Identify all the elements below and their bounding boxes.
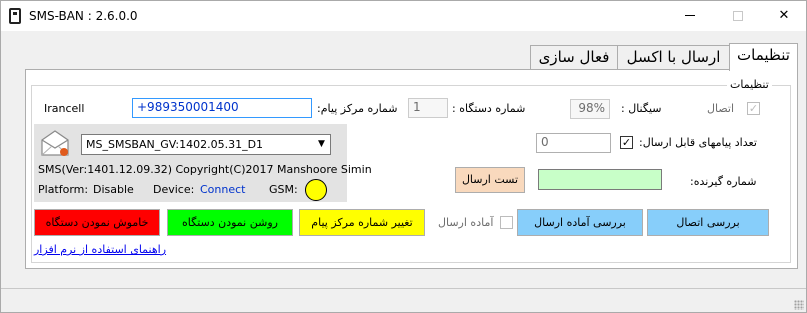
version-info: SMS(Ver:1401.12.09.32) Copyright(C)2017 … <box>38 163 372 176</box>
device-number-field: 1 <box>408 98 448 118</box>
signal-field: 98% <box>570 99 610 119</box>
center-number-field[interactable]: +989350001400 <box>132 98 312 118</box>
settings-group-title: تنظیمات <box>727 78 772 91</box>
power-on-button[interactable]: روشن نمودن دستگاه <box>167 209 293 236</box>
check-ready-button[interactable]: بررسی آماده ارسال <box>517 209 643 236</box>
power-off-button[interactable]: خاموش نمودن دستگاه <box>34 209 160 236</box>
gsm-label: GSM: <box>269 183 298 196</box>
close-button[interactable]: ✕ <box>761 1 807 31</box>
app-window: SMS-BAN : 2.6.0.0 ✕ فعال سازی ارسال با ا… <box>0 0 807 313</box>
connection-checkbox: ✓ <box>747 102 760 115</box>
device-select-value: MS_SMSBAN_GV:1402.05.31_D1 <box>86 138 264 151</box>
window-title: SMS-BAN : 2.6.0.0 <box>29 9 138 23</box>
maximize-icon <box>733 10 743 21</box>
help-link[interactable]: راهنمای استفاده از نرم افزار <box>34 243 166 256</box>
tab-activation[interactable]: فعال سازی <box>530 45 618 69</box>
connection-label: اتصال <box>707 102 735 115</box>
sendable-count-checkbox[interactable]: ✓ <box>620 136 633 149</box>
close-icon: ✕ <box>778 8 790 23</box>
tab-excel-send[interactable]: ارسال با اکسل <box>617 45 730 69</box>
resize-grip-icon[interactable] <box>794 300 804 310</box>
sendable-count-field[interactable]: 0 <box>536 133 611 153</box>
chevron-down-icon[interactable]: ▼ <box>313 135 330 154</box>
device-status: Connect <box>200 183 246 196</box>
center-number-label: شماره مرکز پیام: <box>317 102 398 115</box>
minimize-button[interactable] <box>667 1 713 31</box>
tab-settings[interactable]: تنظیمات <box>729 43 798 71</box>
sms-app-icon <box>9 8 21 24</box>
platform-value: Disable <box>93 183 134 196</box>
maximize-button <box>715 1 761 31</box>
status-bar <box>1 288 806 312</box>
platform-label: Platform: <box>38 183 89 196</box>
receiver-number-field[interactable] <box>538 169 662 190</box>
sendable-count-label: تعداد پیامهای قابل ارسال: <box>639 136 757 149</box>
signal-label: سیگنال : <box>621 102 662 115</box>
ready-to-send-label: آماده ارسال <box>438 216 494 229</box>
device-label: Device: <box>153 183 195 196</box>
check-connection-button[interactable]: بررسی اتصال <box>647 209 769 236</box>
ready-to-send-checkbox <box>500 216 513 229</box>
device-select[interactable]: MS_SMSBAN_GV:1402.05.31_D1 ▼ <box>81 134 331 155</box>
device-number-label: شماره دستگاه : <box>452 102 526 115</box>
title-bar[interactable]: SMS-BAN : 2.6.0.0 ✕ <box>1 1 806 31</box>
test-send-button[interactable]: تست ارسال <box>455 167 525 193</box>
receiver-number-label: شماره گیرنده: <box>690 175 757 188</box>
change-center-number-button[interactable]: تغییر شماره مرکز پیام <box>299 209 425 236</box>
gsm-status-indicator <box>305 179 327 201</box>
operator-label: Irancell <box>44 102 85 115</box>
envelope-icon <box>41 130 69 156</box>
minimize-icon <box>685 15 695 16</box>
